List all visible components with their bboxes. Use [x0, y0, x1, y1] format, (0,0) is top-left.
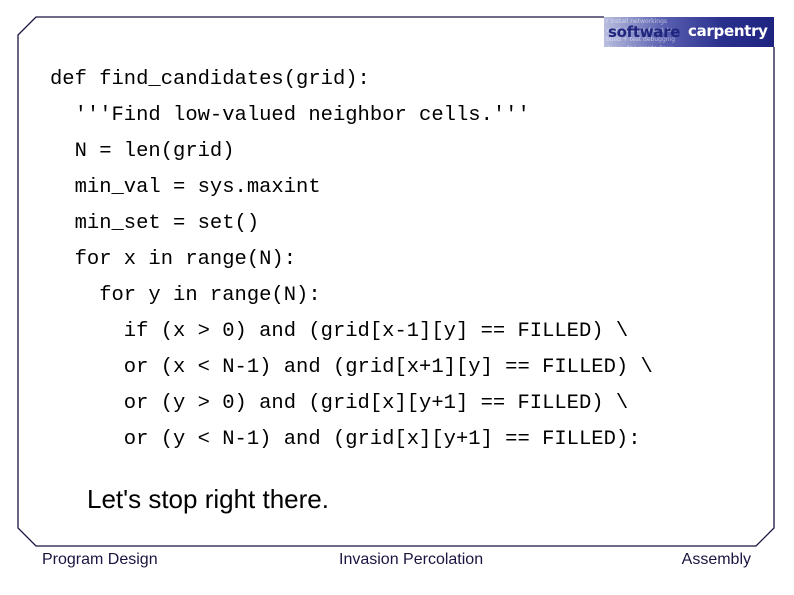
code-line: for y in range(N):	[50, 284, 321, 307]
code-line: min_val = sys.maxint	[50, 176, 321, 199]
code-block: def find_candidates(grid): '''Find low-v…	[50, 62, 653, 458]
code-line: def find_candidates(grid):	[50, 68, 370, 91]
code-line: min_set = set()	[50, 212, 260, 235]
software-carpentry-logo: r install networkings version control sc…	[604, 17, 774, 47]
logo-word-carpentry: carpentry	[688, 22, 768, 40]
code-line: if (x > 0) and (grid[x-1][y] == FILLED) …	[50, 320, 629, 343]
code-line: or (x < N-1) and (grid[x+1][y] == FILLED…	[50, 356, 653, 379]
code-line: or (y > 0) and (grid[x][y+1] == FILLED) …	[50, 392, 629, 415]
footer-section-title: Assembly	[681, 551, 751, 568]
code-line: '''Find low-valued neighbor cells.'''	[50, 104, 530, 127]
code-line: for x in range(N):	[50, 248, 297, 271]
logo-word-software: software	[608, 23, 681, 41]
footer-lecture-title: Invasion Percolation	[339, 551, 484, 568]
code-line: N = len(grid)	[50, 140, 235, 163]
code-line: or (y < N-1) and (grid[x][y+1] == FILLED…	[50, 428, 641, 451]
footer-course-title: Program Design	[42, 551, 158, 568]
slide-remark: Let's stop right there.	[87, 484, 329, 514]
